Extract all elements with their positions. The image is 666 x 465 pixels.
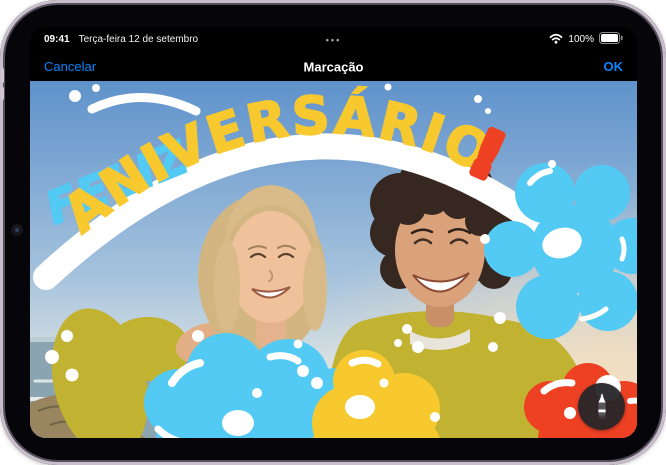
volume-down-button[interactable] [1,87,4,100]
markup-nav-bar: Cancelar Marcação OK [30,52,637,81]
markup-photo-canvas[interactable]: FELIZ ANIVERSÁRIO ! [30,81,637,438]
cancel-button[interactable]: Cancelar [44,59,96,74]
volume-up-button[interactable] [1,68,4,83]
pen-tool-button[interactable] [578,383,625,430]
status-ellipsis: ••• [326,35,341,45]
wifi-icon [549,33,563,47]
status-time: 09:41 [44,34,70,45]
status-right: 100% [549,32,623,47]
status-date: Terça-feira 12 de setembro [79,34,199,45]
ipad-device-frame: 09:41 Terça-feira 12 de setembro ••• 100… [0,0,666,465]
screen: 09:41 Terça-feira 12 de setembro ••• 100… [30,27,637,438]
status-left: 09:41 Terça-feira 12 de setembro [44,34,198,45]
battery-icon [599,32,623,47]
marker-pen-icon [592,393,612,421]
camera-lens [15,228,19,232]
ok-button[interactable]: OK [604,59,624,74]
page-title: Marcação [304,59,364,74]
status-bar: 09:41 Terça-feira 12 de setembro ••• 100… [30,27,637,52]
photo-illustration: FELIZ ANIVERSÁRIO ! [30,81,637,438]
battery-percent: 100% [568,34,594,45]
front-camera [11,224,23,236]
